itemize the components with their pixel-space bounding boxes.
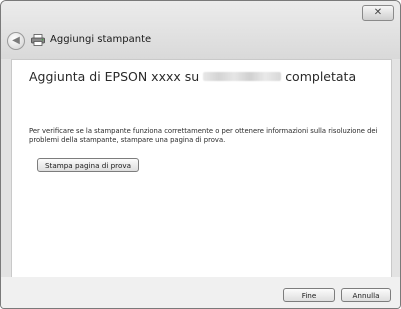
redacted-computer-name [203, 72, 282, 81]
title-bar: ✕ ◀ Aggiungi stampante [1, 1, 400, 59]
add-printer-window: ✕ ◀ Aggiungi stampante Aggiunta di EPSON… [0, 0, 401, 309]
finish-button[interactable]: Fine [283, 288, 335, 302]
printer-icon [31, 34, 45, 46]
cancel-button[interactable]: Annulla [341, 288, 391, 302]
close-icon: ✕ [373, 7, 383, 18]
window-title: Aggiungi stampante [50, 34, 152, 45]
back-button[interactable]: ◀ [7, 32, 25, 50]
back-arrow-icon: ◀ [12, 35, 20, 46]
description-text: Per verificare se la stampante funziona … [29, 127, 378, 144]
print-test-page-button[interactable]: Stampa pagina di prova [37, 158, 139, 172]
heading-suffix: completata [285, 69, 357, 84]
heading-prefix: Aggiunta di EPSON xxxx su [29, 69, 200, 84]
completion-heading: Aggiunta di EPSON xxxx su completata [29, 69, 356, 84]
close-button[interactable]: ✕ [362, 5, 394, 21]
